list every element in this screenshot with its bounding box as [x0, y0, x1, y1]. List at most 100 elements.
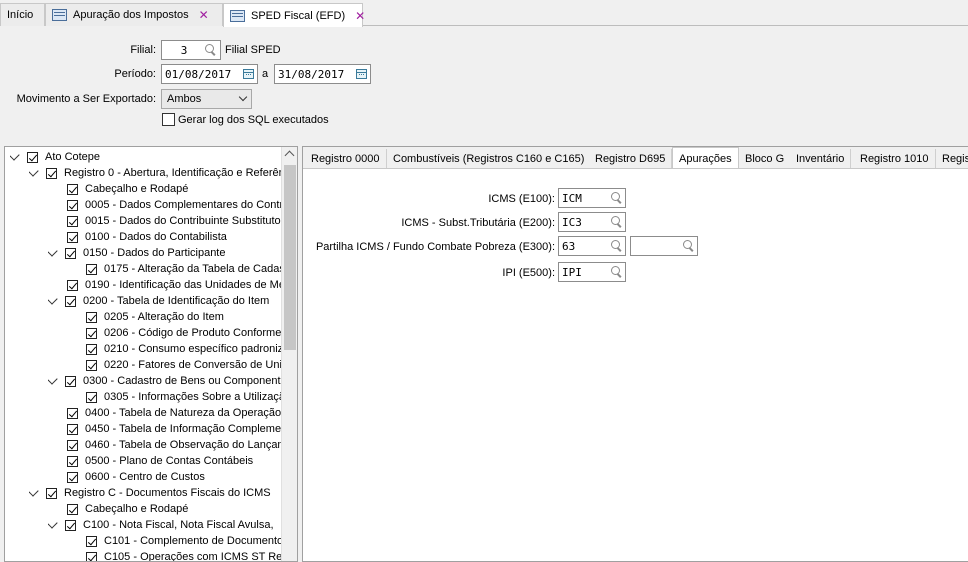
tab-apuracao-impostos[interactable]: Apuração dos Impostos ✕ [45, 3, 223, 26]
tree-item-checkbox[interactable] [65, 519, 76, 531]
tree-item-checkbox[interactable] [86, 263, 97, 275]
tree-item[interactable]: Cabeçalho e Rodapé [48, 501, 283, 517]
tree-item[interactable]: 0600 - Centro de Custos [48, 469, 283, 485]
tree-item[interactable]: 0220 - Fatores de Conversão de Unidades [67, 357, 283, 373]
tab-apuracoes[interactable]: Apurações [672, 147, 739, 168]
tree-item-checkbox[interactable] [86, 343, 97, 355]
tree-item[interactable]: 0450 - Tabela de Informação Complementar [48, 421, 283, 437]
tree-item[interactable]: 0175 - Alteração da Tabela de Cadastro [67, 261, 283, 277]
tree-item-label: Cabeçalho e Rodapé [85, 183, 189, 195]
tree-item-checkbox[interactable] [67, 215, 78, 227]
chevron-down-icon[interactable] [29, 165, 39, 177]
tree-item-checkbox[interactable] [65, 295, 76, 307]
search-icon[interactable] [611, 240, 622, 251]
tree-item-checkbox[interactable] [86, 311, 97, 323]
tree-item[interactable]: 0400 - Tabela de Natureza da Operação [48, 405, 283, 421]
tree-item-label: 0206 - Código de Produto Conforme [104, 327, 282, 339]
tree-item-label: 0015 - Dados do Contribuinte Substituto [85, 215, 281, 227]
tree-item-label: C105 - Operações com ICMS ST Recolhido [104, 551, 283, 562]
chevron-down-icon[interactable] [48, 293, 58, 305]
tree-item-checkbox[interactable] [86, 327, 97, 339]
tree-item-checkbox[interactable] [67, 407, 78, 419]
tree-item-checkbox[interactable] [67, 279, 78, 291]
tree-item-checkbox[interactable] [67, 183, 78, 195]
calendar-icon[interactable] [356, 69, 367, 79]
tree-item-checkbox[interactable] [86, 391, 97, 403]
tree-item-label: C100 - Nota Fiscal, Nota Fiscal Avulsa, [83, 519, 274, 531]
tree-item[interactable]: C105 - Operações com ICMS ST Recolhido [67, 549, 283, 562]
tree-item[interactable]: 0500 - Plano de Contas Contábeis [48, 453, 283, 469]
tree-item-label: 0175 - Alteração da Tabela de Cadastro [104, 263, 283, 275]
calendar-icon[interactable] [243, 69, 254, 79]
tree-item-checkbox[interactable] [65, 247, 76, 259]
search-icon[interactable] [611, 192, 622, 203]
tree-item-checkbox[interactable] [86, 535, 97, 547]
tree-item[interactable]: 0005 - Dados Complementares do Contribui… [48, 197, 283, 213]
tab-sped-fiscal[interactable]: SPED Fiscal (EFD) ✕ [223, 3, 365, 27]
tree-item-checkbox[interactable] [65, 375, 76, 387]
close-icon[interactable]: ✕ [199, 9, 209, 21]
search-icon[interactable] [683, 240, 694, 251]
tree-item[interactable]: C101 - Complemento de Documento [67, 533, 283, 549]
tree-item[interactable]: 0305 - Informações Sobre a Utilização [67, 389, 283, 405]
tree-item-label: Ato Cotepe [45, 151, 101, 163]
tab-registro-d695[interactable]: Registro D695 [589, 149, 673, 168]
tab-combustiveis[interactable]: Combustíveis (Registros C160 e C165) [387, 149, 592, 168]
gerar-log-checkbox[interactable] [162, 113, 175, 126]
tree-item[interactable]: 0206 - Código de Produto Conforme [67, 325, 283, 341]
chevron-down-icon[interactable] [48, 517, 58, 529]
movimento-value: Ambos [167, 93, 202, 105]
tree-item[interactable]: 0015 - Dados do Contribuinte Substituto [48, 213, 283, 229]
tree-item-checkbox[interactable] [67, 231, 78, 243]
tree-item[interactable]: 0200 - Tabela de Identificação do Item [48, 293, 283, 309]
tree-item-checkbox[interactable] [67, 423, 78, 435]
tree-item-checkbox[interactable] [46, 167, 57, 179]
search-icon[interactable] [611, 266, 622, 277]
tree-item-checkbox[interactable] [67, 471, 78, 483]
chevron-down-icon[interactable] [29, 485, 39, 497]
tree-item[interactable]: 0300 - Cadastro de Bens ou Componentes [48, 373, 283, 389]
tab-bloco-g[interactable]: Bloco G [739, 149, 792, 168]
tab-registro-1010[interactable]: Registro 1010 [854, 149, 936, 168]
tree-item[interactable]: C100 - Nota Fiscal, Nota Fiscal Avulsa, [48, 517, 283, 533]
chevron-down-icon[interactable] [10, 149, 20, 161]
tree-item[interactable]: 0190 - Identificação das Unidades de Med… [48, 277, 283, 293]
tree-item[interactable]: 0205 - Alteração do Item [67, 309, 283, 325]
search-icon[interactable] [205, 44, 216, 55]
tree-item-checkbox[interactable] [27, 151, 38, 163]
tree-item-checkbox[interactable] [67, 199, 78, 211]
tree-item-checkbox[interactable] [67, 439, 78, 451]
sub-tab-label: Inventário [796, 153, 845, 165]
movimento-select[interactable]: Ambos [161, 89, 252, 109]
tree-scrollbar[interactable] [281, 147, 297, 561]
tree-item[interactable]: Cabeçalho e Rodapé [48, 181, 283, 197]
chevron-down-icon[interactable] [48, 245, 58, 257]
tree-item[interactable]: Registro 0 - Abertura, Identificação e R… [29, 165, 283, 181]
scroll-thumb[interactable] [284, 165, 296, 350]
options-panel: Registro 0000 Combustíveis (Registros C1… [302, 146, 968, 562]
sub-tab-label: Bloco G [745, 153, 785, 165]
close-icon[interactable]: ✕ [355, 10, 365, 22]
scroll-up-icon[interactable] [284, 150, 295, 161]
tree-item-checkbox[interactable] [86, 359, 97, 371]
tree-item-label: 0460 - Tabela de Observação do Lançament… [85, 439, 283, 451]
tree-item-checkbox[interactable] [86, 551, 97, 561]
tree-item[interactable]: Ato Cotepe [10, 149, 283, 165]
tree-item-checkbox[interactable] [67, 503, 78, 515]
register-tree[interactable]: Ato Cotepe Registro 0 - Abertura, Identif… [4, 146, 298, 562]
tree-item[interactable]: 0100 - Dados do Contabilista [48, 229, 283, 245]
tree-item[interactable]: 0150 - Dados do Participante [48, 245, 283, 261]
tab-registro-overflow[interactable]: Regis [936, 149, 968, 168]
tree-item[interactable]: 0210 - Consumo específico padronizado [67, 341, 283, 357]
chevron-down-icon[interactable] [48, 373, 58, 385]
filial-value: 3 [180, 43, 188, 57]
tab-inicio[interactable]: Início [0, 3, 45, 26]
tree-item[interactable]: 0460 - Tabela de Observação do Lançament… [48, 437, 283, 453]
tree-item-checkbox[interactable] [67, 455, 78, 467]
tab-registro-0000[interactable]: Registro 0000 [305, 149, 387, 168]
tree-item[interactable]: Registro C - Documentos Fiscais do ICMS [29, 485, 283, 501]
tree-item-checkbox[interactable] [46, 487, 57, 499]
sub-tab-bar: Registro 0000 Combustíveis (Registros C1… [303, 147, 968, 169]
tab-inventario[interactable]: Inventário [790, 149, 852, 168]
search-icon[interactable] [611, 216, 622, 227]
